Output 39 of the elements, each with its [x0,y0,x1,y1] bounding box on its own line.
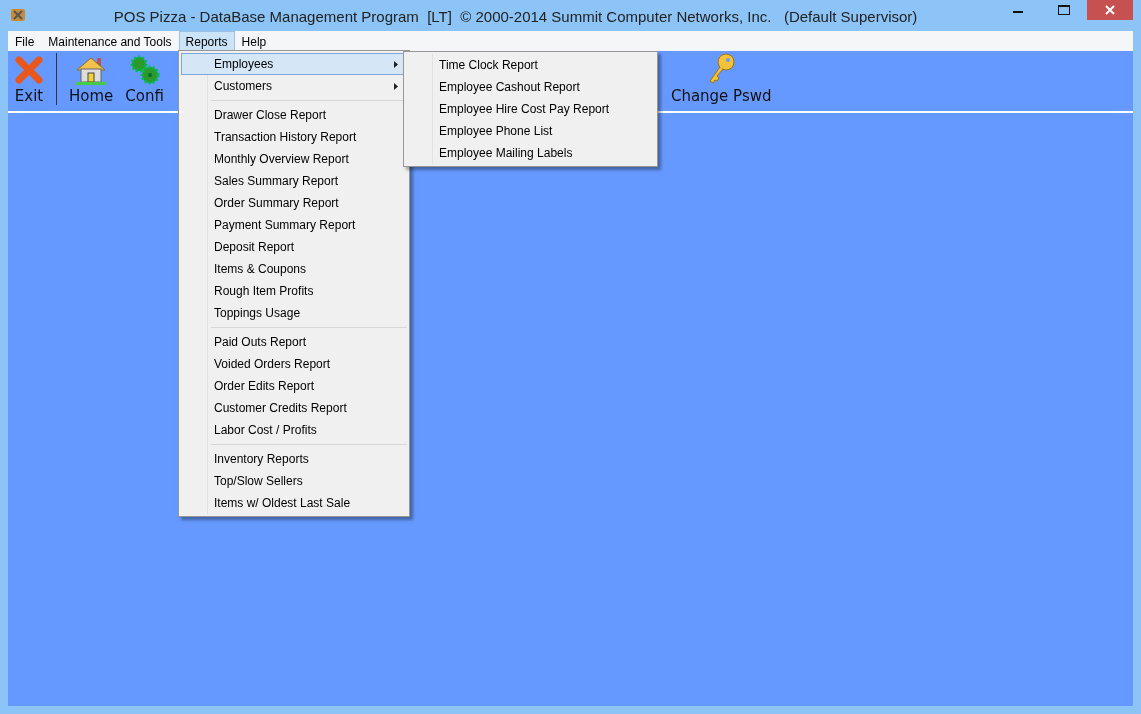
menu-item[interactable]: Voided Orders Report [181,353,407,375]
menu-item[interactable]: Employee Hire Cost Pay Report [406,98,655,120]
menu-item[interactable]: Toppings Usage [181,302,407,324]
menu-item[interactable]: Employee Cashout Report [406,76,655,98]
menu-item[interactable]: Help [234,31,274,51]
close-icon [1105,5,1115,15]
toolbar-button[interactable]: Change Pswd [664,52,778,107]
maximize-icon [1058,5,1070,15]
menu-item[interactable]: Reports [178,31,235,51]
menu-item[interactable]: Items w/ Oldest Last Sale [181,492,407,514]
menu-item[interactable]: Inventory Reports [181,448,407,470]
exit-icon [14,54,44,85]
menu-item[interactable]: Labor Cost / Profits [181,419,407,441]
menu-item[interactable]: Paid Outs Report [181,331,407,353]
menu-item[interactable]: Customer Credits Report [181,397,407,419]
gears-icon [129,54,160,85]
toolbar-button[interactable]: Confi [119,54,170,107]
menu-item[interactable]: Employee Phone List [406,120,655,142]
window-title: POS Pizza - DataBase Management Program [LT] © 2000-2014 Summit Computer Networks, Inc. (Default Supervisor) [112,7,919,27]
menu-item[interactable]: Top/Slow Sellers [181,470,407,492]
toolbar-button[interactable]: Home [63,54,120,107]
menu-item[interactable]: Sales Summary Report [181,170,407,192]
menu-item[interactable]: Deposit Report [181,236,407,258]
menu-item[interactable]: File [8,31,42,51]
menu-item[interactable]: Customers [181,75,407,97]
menu-item[interactable]: Time Clock Report [406,54,655,76]
menu-item[interactable]: Transaction History Report [181,126,407,148]
menu-item[interactable]: Order Summary Report [181,192,407,214]
menu-item[interactable]: Employee Mailing Labels [406,142,655,164]
menu-item[interactable]: Maintenance and Tools [41,31,179,51]
toolbar-button[interactable]: Exit [8,54,50,107]
menu-item[interactable]: Payment Summary Report [181,214,407,236]
menu-item[interactable]: Order Edits Report [181,375,407,397]
menu-item[interactable]: Drawer Close Report [181,104,407,126]
menu-item[interactable]: Items & Coupons [181,258,407,280]
menu-item[interactable]: Rough Item Profits [181,280,407,302]
close-button[interactable] [1087,0,1133,20]
menu-item[interactable]: Monthly Overview Report [181,148,407,170]
app-icon [10,7,26,23]
